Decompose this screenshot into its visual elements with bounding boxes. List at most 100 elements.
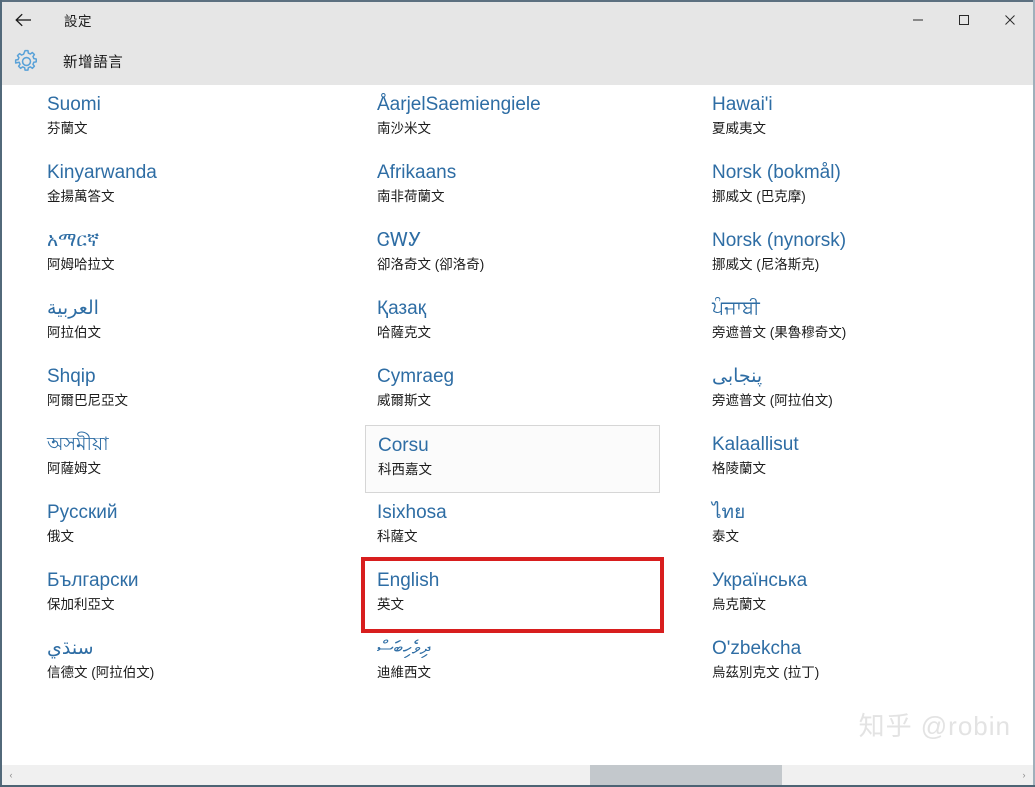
language-native-name: ދިވެހިބަސް: [377, 638, 431, 659]
language-column-1: Suomi 芬蘭文 Kinyarwanda 金揚萬答文 አማርኛ 阿姆哈拉文 ا…: [47, 85, 347, 697]
minimize-icon: [912, 14, 924, 26]
language-item-norsk-nynorsk[interactable]: Norsk (nynorsk) 挪威文 (尼洛斯克): [700, 221, 995, 289]
language-native-name: O'zbekcha: [712, 638, 802, 659]
language-native-name: Български: [47, 570, 139, 591]
language-item-sindhi[interactable]: سنڌي 信德文 (阿拉伯文): [35, 629, 330, 697]
scrollbar-thumb[interactable]: [590, 765, 782, 785]
language-translated-name: 保加利亞文: [47, 597, 115, 612]
language-item-kazakh[interactable]: Қазақ 哈薩克文: [365, 289, 660, 357]
language-native-name: Shqip: [47, 366, 96, 387]
language-item-assamese[interactable]: অসমীয়া 阿薩姆文: [35, 425, 330, 493]
language-native-name: Қазақ: [377, 298, 427, 319]
language-item-ozbekcha[interactable]: O'zbekcha 烏茲別克文 (拉丁): [700, 629, 995, 697]
language-native-name: Corsu: [378, 435, 429, 456]
language-item-hawaiian[interactable]: Hawai'i 夏威夷文: [700, 85, 995, 153]
language-native-name: Українська: [712, 570, 808, 591]
scroll-right-arrow-icon[interactable]: ›: [1015, 765, 1033, 785]
language-native-name: Cymraeg: [377, 366, 455, 387]
language-item-thai[interactable]: ไทย 泰文: [700, 493, 995, 561]
language-translated-name: 阿拉伯文: [47, 325, 101, 340]
language-translated-name: 哈薩克文: [377, 325, 431, 340]
page-header: 新增語言: [2, 38, 1033, 85]
language-item-kalaallisut[interactable]: Kalaallisut 格陵蘭文: [700, 425, 995, 493]
language-list-panel: Suomi 芬蘭文 Kinyarwanda 金揚萬答文 አማርኛ 阿姆哈拉文 ا…: [2, 85, 1033, 765]
language-item-ukrainian[interactable]: Українська 烏克蘭文: [700, 561, 995, 629]
horizontal-scrollbar[interactable]: ‹ ›: [2, 765, 1033, 785]
language-translated-name: 阿姆哈拉文: [47, 257, 115, 272]
watermark: 知乎 @robin: [858, 711, 1011, 741]
settings-window: 設定 新增語言 Suomi 芬蘭文 Kinyarwanda 金揚萬答文 አማርኛ…: [0, 0, 1035, 787]
language-native-name: ਪੰਜਾਬੀ: [712, 298, 760, 319]
language-item-arabic[interactable]: العربية 阿拉伯文: [35, 289, 330, 357]
language-item-corsu[interactable]: Corsu 科西嘉文: [365, 425, 660, 493]
language-native-name: অসমীয়া: [47, 434, 109, 455]
language-native-name: Norsk (nynorsk): [712, 230, 847, 251]
language-translated-name: 英文: [377, 597, 404, 612]
maximize-icon: [958, 14, 970, 26]
language-native-name: ÅarjelSaemiengiele: [377, 94, 541, 115]
language-item-dhivehi[interactable]: ދިވެހިބަސް 迪維西文: [365, 629, 660, 697]
language-item-aarjelsaemiengiele[interactable]: ÅarjelSaemiengiele 南沙米文: [365, 85, 660, 153]
language-column-3: Hawai'i 夏威夷文 Norsk (bokmål) 挪威文 (巴克摩) No…: [712, 85, 1012, 697]
language-native-name: Русский: [47, 502, 118, 523]
scroll-left-arrow-icon[interactable]: ‹: [2, 765, 20, 785]
language-native-name: Afrikaans: [377, 162, 457, 183]
language-native-name: Norsk (bokmål): [712, 162, 841, 183]
language-translated-name: 旁遮普文 (果魯穆奇文): [712, 325, 847, 340]
back-button[interactable]: [2, 2, 46, 38]
language-native-name: Kalaallisut: [712, 434, 799, 455]
language-translated-name: 阿爾巴尼亞文: [47, 393, 128, 408]
language-native-name: Hawai'i: [712, 94, 773, 115]
language-native-name: English: [377, 570, 440, 591]
language-translated-name: 烏茲別克文 (拉丁): [712, 665, 820, 680]
language-native-name: ไทย: [712, 502, 746, 523]
language-translated-name: 金揚萬答文: [47, 189, 115, 204]
language-native-name: پنجابی: [712, 366, 763, 387]
language-item-kinyarwanda[interactable]: Kinyarwanda 金揚萬答文: [35, 153, 330, 221]
close-button[interactable]: [987, 2, 1033, 38]
language-translated-name: 阿薩姆文: [47, 461, 101, 476]
language-translated-name: 南沙米文: [377, 121, 431, 136]
language-item-russian[interactable]: Русский 俄文: [35, 493, 330, 561]
language-item-cymraeg[interactable]: Cymraeg 威爾斯文: [365, 357, 660, 425]
language-item-norsk-bokmal[interactable]: Norsk (bokmål) 挪威文 (巴克摩): [700, 153, 995, 221]
language-column-2: ÅarjelSaemiengiele 南沙米文 Afrikaans 南非荷蘭文 …: [361, 85, 677, 697]
language-translated-name: 迪維西文: [377, 665, 431, 680]
language-item-english[interactable]: English 英文: [361, 557, 664, 633]
language-native-name: ᏣᎳᎩ: [377, 230, 422, 251]
close-icon: [1004, 14, 1016, 26]
language-translated-name: 烏克蘭文: [712, 597, 766, 612]
language-item-suomi[interactable]: Suomi 芬蘭文: [35, 85, 330, 153]
language-native-name: አማርኛ: [47, 230, 100, 251]
language-translated-name: 南非荷蘭文: [377, 189, 445, 204]
language-native-name: سنڌي: [47, 638, 94, 659]
language-item-cherokee[interactable]: ᏣᎳᎩ 卻洛奇文 (卻洛奇): [365, 221, 660, 289]
language-translated-name: 科西嘉文: [378, 462, 432, 477]
language-item-amharic[interactable]: አማርኛ 阿姆哈拉文: [35, 221, 330, 289]
window-controls: [895, 2, 1033, 38]
language-translated-name: 俄文: [47, 529, 74, 544]
language-translated-name: 旁遮普文 (阿拉伯文): [712, 393, 833, 408]
language-translated-name: 信德文 (阿拉伯文): [47, 665, 155, 680]
language-translated-name: 芬蘭文: [47, 121, 88, 136]
language-translated-name: 威爾斯文: [377, 393, 431, 408]
language-item-punjabi-arabic[interactable]: پنجابی 旁遮普文 (阿拉伯文): [700, 357, 995, 425]
language-translated-name: 格陵蘭文: [712, 461, 766, 476]
language-translated-name: 挪威文 (尼洛斯克): [712, 257, 820, 272]
language-translated-name: 泰文: [712, 529, 739, 544]
maximize-button[interactable]: [941, 2, 987, 38]
page-title: 新增語言: [63, 55, 124, 71]
language-item-shqip[interactable]: Shqip 阿爾巴尼亞文: [35, 357, 330, 425]
gear-icon: [3, 49, 49, 74]
minimize-button[interactable]: [895, 2, 941, 38]
scrollbar-track[interactable]: [20, 765, 1015, 785]
language-translated-name: 科薩文: [377, 529, 418, 544]
language-item-bulgarian[interactable]: Български 保加利亞文: [35, 561, 330, 629]
title-bar: 設定: [2, 2, 1033, 38]
language-item-afrikaans[interactable]: Afrikaans 南非荷蘭文: [365, 153, 660, 221]
language-item-punjabi-gurmukhi[interactable]: ਪੰਜਾਬੀ 旁遮普文 (果魯穆奇文): [700, 289, 995, 357]
language-native-name: Suomi: [47, 94, 101, 115]
language-native-name: Kinyarwanda: [47, 162, 157, 183]
language-item-isixhosa[interactable]: Isixhosa 科薩文: [365, 493, 660, 561]
language-native-name: Isixhosa: [377, 502, 447, 523]
